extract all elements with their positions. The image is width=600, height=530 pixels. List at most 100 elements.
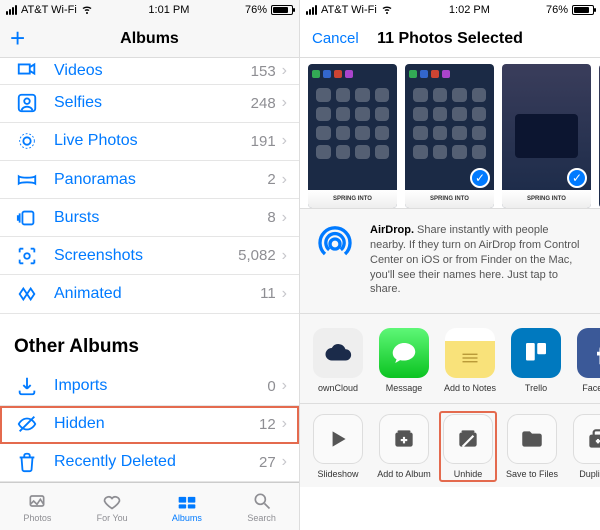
chevron-right-icon: ›: [282, 453, 287, 471]
album-label: Bursts: [54, 209, 267, 227]
carrier-label: AT&T Wi-Fi: [321, 4, 377, 16]
thumbnail[interactable]: SPRING INTO ✓: [502, 64, 591, 208]
share-apps-row[interactable]: ownCloud Message Add to Notes Trello Fac…: [300, 314, 600, 404]
action-label: Slideshow: [317, 469, 358, 479]
app-label: Trello: [525, 383, 547, 393]
chevron-right-icon: ›: [282, 94, 287, 112]
share-app-facebook[interactable]: Facebook: [574, 328, 600, 393]
action-label: Unhide: [454, 469, 483, 479]
app-label: Add to Notes: [444, 383, 496, 393]
signal-icon: [6, 5, 17, 15]
thumbnail[interactable]: SPRING INTO: [308, 64, 397, 208]
action-add-to-album[interactable]: Add to Album: [376, 414, 432, 479]
tab-label: Photos: [23, 513, 51, 523]
action-unhide[interactable]: Unhide: [440, 412, 496, 481]
status-bar: AT&T Wi-Fi 1:02 PM 76%: [300, 0, 600, 20]
duplicate-icon: [573, 414, 600, 464]
wifi-icon: [381, 3, 393, 18]
add-button[interactable]: +: [10, 23, 25, 54]
album-label: Live Photos: [54, 132, 251, 150]
chevron-right-icon: ›: [282, 285, 287, 303]
selected-check-icon: ✓: [470, 168, 490, 188]
album-label: Animated: [54, 285, 260, 303]
navbar-selection: Cancel 11 Photos Selected: [300, 20, 600, 58]
thumb-caption: SPRING INTO: [502, 190, 591, 208]
selected-check-icon: ✓: [567, 168, 587, 188]
album-row-bursts[interactable]: Bursts 8 ›: [0, 199, 299, 237]
album-count: 153: [251, 63, 276, 80]
album-row-selfies[interactable]: Selfies 248 ›: [0, 85, 299, 123]
unhide-icon: [443, 414, 493, 464]
battery-pct: 76%: [245, 4, 267, 16]
status-bar: AT&T Wi-Fi 1:01 PM 76%: [0, 0, 299, 20]
carrier-label: AT&T Wi-Fi: [21, 4, 77, 16]
page-title: 11 Photos Selected: [377, 30, 523, 48]
album-row-videos[interactable]: Videos 153 ›: [0, 58, 299, 85]
screenshots-icon: [14, 245, 40, 267]
panorama-icon: [14, 169, 40, 191]
clock: 1:01 PM: [148, 4, 189, 16]
phone-share-sheet: AT&T Wi-Fi 1:02 PM 76% Cancel 11 Photos …: [300, 0, 600, 530]
album-row-screenshots[interactable]: Screenshots 5,082 ›: [0, 237, 299, 275]
signal-icon: [306, 5, 317, 15]
action-label: Add to Album: [377, 469, 431, 479]
tab-label: For You: [97, 513, 128, 523]
share-app-message[interactable]: Message: [376, 328, 432, 393]
share-app-owncloud[interactable]: ownCloud: [310, 328, 366, 393]
album-count: 191: [251, 133, 276, 150]
album-count: 11: [260, 285, 276, 302]
selected-thumbnails[interactable]: SPRING INTO SPRING INTO ✓ SPRING INTO ✓: [300, 58, 600, 208]
album-row-imports[interactable]: Imports 0 ›: [0, 368, 299, 406]
album-row-animated[interactable]: Animated 11 ›: [0, 275, 299, 313]
facebook-icon: [577, 328, 600, 378]
tab-bar: Photos For You Albums Search: [0, 482, 299, 530]
action-duplicate[interactable]: Duplicate: [570, 414, 600, 479]
album-row-panoramas[interactable]: Panoramas 2 ›: [0, 161, 299, 199]
other-albums-header: Other Albums: [0, 314, 299, 368]
thumbnail[interactable]: SPRING INTO ✓: [405, 64, 494, 208]
chevron-right-icon: ›: [282, 247, 287, 265]
tab-albums[interactable]: Albums: [150, 483, 225, 530]
album-label: Videos: [54, 62, 251, 80]
share-app-notes[interactable]: Add to Notes: [442, 328, 498, 393]
slideshow-icon: [313, 414, 363, 464]
share-app-trello[interactable]: Trello: [508, 328, 564, 393]
album-count: 0: [267, 378, 275, 395]
battery-icon: [271, 5, 293, 15]
airdrop-section[interactable]: AirDrop. Share instantly with people nea…: [300, 208, 600, 314]
album-label: Screenshots: [54, 247, 238, 265]
action-save-to-files[interactable]: Save to Files: [504, 414, 560, 479]
airdrop-bold: AirDrop.: [370, 224, 414, 236]
share-actions-row[interactable]: Slideshow Add to Album Unhide Save to Fi…: [300, 404, 600, 487]
app-label: Facebook: [582, 383, 600, 393]
album-row-livephotos[interactable]: Live Photos 191 ›: [0, 123, 299, 161]
album-count: 2: [267, 171, 275, 188]
page-title: Albums: [120, 30, 179, 48]
trello-icon: [511, 328, 561, 378]
album-row-hidden[interactable]: Hidden 12 ›: [0, 406, 299, 444]
notes-icon: [445, 328, 495, 378]
album-label: Recently Deleted: [54, 453, 259, 471]
battery-icon: [572, 5, 594, 15]
selfie-icon: [14, 92, 40, 114]
cancel-button[interactable]: Cancel: [312, 30, 359, 47]
tab-foryou[interactable]: For You: [75, 483, 150, 530]
album-count: 8: [267, 209, 275, 226]
tab-photos[interactable]: Photos: [0, 483, 75, 530]
save-to-files-icon: [507, 414, 557, 464]
import-icon: [14, 375, 40, 397]
wifi-icon: [81, 3, 93, 18]
album-count: 5,082: [238, 247, 276, 264]
tab-search[interactable]: Search: [224, 483, 299, 530]
hidden-icon: [14, 413, 40, 435]
action-slideshow[interactable]: Slideshow: [310, 414, 366, 479]
chevron-right-icon: ›: [282, 132, 287, 150]
livephotos-icon: [14, 130, 40, 152]
thumb-caption: SPRING INTO: [308, 190, 397, 208]
album-row-recently-deleted[interactable]: Recently Deleted 27 ›: [0, 444, 299, 482]
album-count: 248: [251, 95, 276, 112]
battery-pct: 76%: [546, 4, 568, 16]
chevron-right-icon: ›: [282, 62, 287, 80]
tab-label: Search: [247, 513, 276, 523]
tab-label: Albums: [172, 513, 202, 523]
